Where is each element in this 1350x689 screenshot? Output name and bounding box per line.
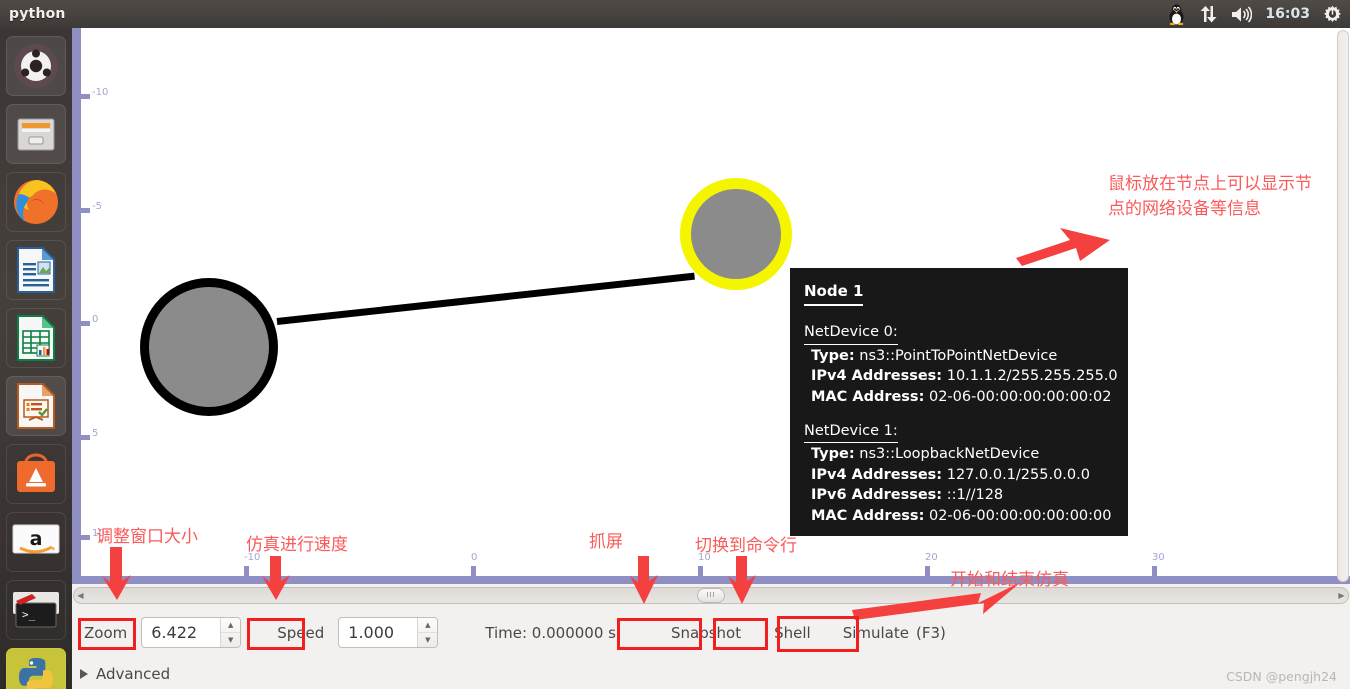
tooltip-device-header: NetDevice 0:	[804, 322, 898, 345]
libreoffice-writer-icon[interactable]	[6, 240, 66, 300]
svg-text:>_: >_	[22, 608, 36, 621]
tooltip-row: Type: ns3::PointToPointNetDevice	[804, 346, 1114, 367]
clock[interactable]: 16:03	[1265, 0, 1310, 28]
tooltip-row: Type: ns3::LoopbackNetDevice	[804, 444, 1114, 465]
annotation-window-size: 调整窗口大小	[96, 527, 198, 547]
chevron-right-icon[interactable]	[80, 669, 88, 679]
tooltip-row-key: IPv4 Addresses:	[811, 368, 943, 385]
amazon-icon[interactable]: a	[6, 512, 66, 572]
ruler-v-tick: 5	[92, 428, 99, 439]
tooltip-row: IPv4 Addresses: 10.1.1.2/255.255.255.0	[804, 366, 1118, 387]
svg-text:a: a	[30, 528, 43, 550]
horizontal-scrollbar-area: ◀ III ▶	[72, 584, 1350, 606]
simulation-time-label: Time: 0.000000 s	[485, 623, 616, 642]
top-panel: python 16:03	[0, 0, 1350, 28]
vertical-scrollbar[interactable]	[1337, 30, 1349, 582]
tooltip-row-key: Type:	[811, 446, 855, 463]
ruler-v-tick: -10	[92, 87, 109, 98]
simulate-hotkey-label: (F3)	[915, 623, 946, 642]
window-title: python	[9, 6, 66, 22]
ruler-h-tick: 30	[1152, 552, 1165, 563]
unity-launcher: a >_	[0, 28, 72, 689]
zoom-stepper-buttons[interactable]: ▲ ▼	[220, 618, 241, 647]
tooltip-row-key: Type:	[811, 347, 855, 364]
tooltip-row-value: 10.1.1.2/255.255.255.0	[946, 368, 1118, 385]
horizontal-scrollbar[interactable]: ◀ III ▶	[73, 586, 1349, 604]
ruler-v-tick: -5	[92, 201, 102, 212]
tooltip-device-0: NetDevice 0: Type: ns3::PointToPointNetD…	[804, 322, 1118, 408]
tux-icon[interactable]	[1167, 0, 1186, 28]
tooltip-row-key: MAC Address:	[811, 389, 925, 406]
annotation-sim-speed: 仿真进行速度	[246, 535, 348, 555]
libreoffice-impress-icon[interactable]	[6, 376, 66, 436]
tooltip-title: Node 1	[804, 281, 864, 307]
annotation-node-tooltip: 鼠标放在节点上可以显示节 点的网络设备等信息	[1108, 174, 1312, 219]
screen-root: python 16:03 a >_ -10 -5 0 5 10 -10 0 10…	[0, 0, 1350, 689]
python-icon[interactable]	[6, 648, 66, 689]
simulate-button[interactable]: Simulate	[837, 620, 915, 646]
advanced-section[interactable]: Advanced CSDN @pengjh24	[72, 659, 1350, 689]
help-terminal-icon[interactable]: >_	[6, 580, 66, 640]
scroll-right-arrow-icon[interactable]: ▶	[1335, 587, 1348, 604]
tooltip-row-value: 127.0.0.1/255.0.0.0	[946, 466, 1090, 483]
tooltip-device-header: NetDevice 1:	[804, 421, 898, 444]
volume-icon[interactable]	[1231, 0, 1253, 28]
scroll-left-arrow-icon[interactable]: ◀	[74, 587, 87, 604]
tooltip-row-key: IPv4 Addresses:	[811, 466, 943, 483]
zoom-stepper[interactable]: ▲ ▼	[141, 617, 242, 648]
zoom-input[interactable]	[142, 618, 221, 647]
ubuntu-software-icon[interactable]	[6, 444, 66, 504]
zoom-label: Zoom	[84, 623, 128, 642]
speed-stepper[interactable]: ▲ ▼	[338, 617, 439, 648]
libreoffice-calc-icon[interactable]	[6, 308, 66, 368]
tooltip-device-1: NetDevice 1: Type: ns3::LoopbackNetDevic…	[804, 421, 1114, 527]
tooltip-row-key: MAC Address:	[811, 507, 925, 524]
speed-decrement-icon[interactable]: ▼	[418, 633, 437, 647]
tooltip-row-value: 02-06-00:00:00:00:00:00	[928, 507, 1112, 524]
files-icon[interactable]	[6, 104, 66, 164]
network-icon[interactable]	[1199, 0, 1218, 28]
bottom-toolbar: Zoom ▲ ▼ Speed ▲ ▼ Time: 0.000000 s Snap…	[72, 606, 1350, 659]
point-to-point-link[interactable]	[276, 272, 695, 325]
tooltip-spacer	[804, 408, 1114, 421]
node-info-tooltip: Node 1 NetDevice 0: Type: ns3::PointToPo…	[790, 268, 1128, 536]
ruler-h-tick: 0	[471, 552, 478, 563]
tooltip-row-value: 02-06-00:00:00:00:00:02	[928, 389, 1112, 406]
tooltip-row-value: ns3::LoopbackNetDevice	[859, 446, 1040, 463]
advanced-label: Advanced	[96, 665, 171, 683]
speed-input[interactable]	[339, 618, 418, 647]
speed-increment-icon[interactable]: ▲	[418, 618, 438, 633]
ruler-v-tick: 0	[92, 314, 99, 325]
tooltip-row-key: IPv6 Addresses:	[811, 487, 943, 504]
node-0[interactable]	[140, 278, 278, 416]
tooltip-row: IPv4 Addresses: 127.0.0.1/255.0.0.0	[804, 465, 1114, 486]
annotation-switch-cli: 切换到命令行	[695, 536, 797, 556]
zoom-increment-icon[interactable]: ▲	[221, 618, 241, 633]
speed-stepper-buttons[interactable]: ▲ ▼	[417, 618, 438, 647]
system-tray: 16:03	[1167, 0, 1350, 28]
horizontal-ruler: -10 0 10 20 30	[72, 552, 1350, 584]
power-gear-icon[interactable]	[1323, 0, 1342, 28]
tooltip-row: IPv6 Addresses: ::1//128	[804, 485, 1114, 506]
speed-label: Speed	[277, 623, 325, 642]
tooltip-row-value: ns3::PointToPointNetDevice	[859, 347, 1058, 364]
annotation-screenshot: 抓屏	[589, 532, 623, 552]
tooltip-row: MAC Address: 02-06-00:00:00:00:00:02	[804, 387, 1114, 408]
ruler-h-tick: 20	[925, 552, 938, 563]
snapshot-button[interactable]: Snapshot	[665, 620, 747, 646]
watermark: CSDN @pengjh24	[1226, 669, 1337, 684]
tooltip-row: MAC Address: 02-06-00:00:00:00:00:00	[804, 506, 1114, 527]
vertical-ruler: -10 -5 0 5 10	[72, 28, 108, 584]
tooltip-row-value: ::1//128	[946, 487, 1004, 504]
simulation-canvas[interactable]: -10 -5 0 5 10 -10 0 10 20 30 Node 1 NetD…	[72, 28, 1350, 584]
shell-button[interactable]: Shell	[768, 620, 817, 646]
annotation-start-stop-sim: 开始和结束仿真	[950, 570, 1069, 590]
ubuntu-dash-icon[interactable]	[6, 36, 66, 96]
node-1[interactable]	[680, 178, 792, 290]
firefox-icon[interactable]	[6, 172, 66, 232]
zoom-decrement-icon[interactable]: ▼	[221, 633, 240, 647]
scrollbar-grip[interactable]: III	[697, 587, 725, 603]
